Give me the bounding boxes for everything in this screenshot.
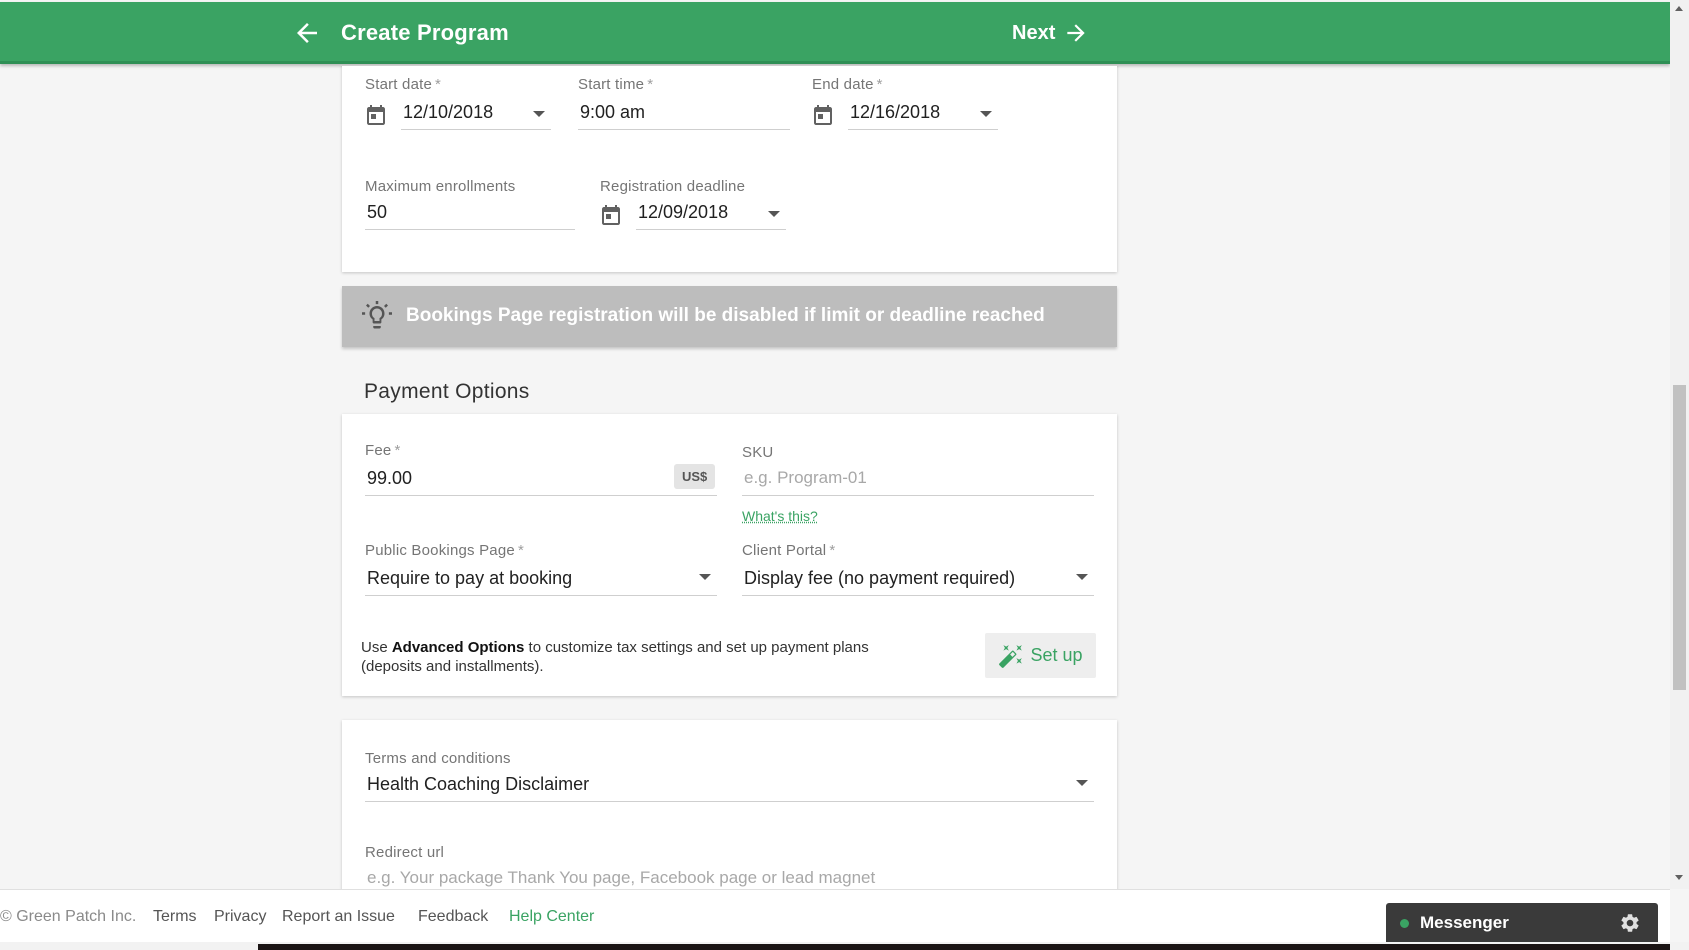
terms-label: Terms and conditions [365, 750, 511, 767]
setup-button[interactable]: Set up [985, 633, 1096, 678]
start-time-field[interactable]: 9:00 am [578, 96, 790, 130]
public-bookings-select[interactable]: Require to pay at booking [365, 562, 717, 596]
next-button[interactable]: Next [1012, 18, 1089, 48]
start-date-field[interactable]: 12/10/2018 [401, 96, 551, 130]
chevron-down-icon [980, 111, 992, 117]
page-scrollbar[interactable] [1670, 0, 1689, 889]
sku-input[interactable]: e.g. Program-01 [742, 462, 1094, 496]
start-date-label: Start date * [365, 76, 442, 93]
registration-deadline-field[interactable]: 12/09/2018 [636, 196, 786, 230]
client-portal-label: Client Portal * [742, 542, 836, 559]
redirect-url-label: Redirect url [365, 844, 445, 861]
calendar-icon[interactable] [364, 102, 388, 128]
schedule-card: Start date * 12/10/2018 Start time * 9:00 … [342, 66, 1117, 272]
messenger-label: Messenger [1420, 913, 1509, 932]
footer-link-privacy[interactable]: Privacy [214, 908, 266, 926]
registration-deadline-label: Registration deadline [600, 178, 746, 195]
lightbulb-icon [362, 301, 392, 329]
online-status-icon [1400, 919, 1409, 928]
info-banner: Bookings Page registration will be disab… [342, 286, 1117, 347]
page-title: Create Program [341, 20, 509, 45]
terms-card: Terms and conditions Health Coaching Dis… [342, 720, 1117, 889]
setup-label: Set up [1030, 645, 1083, 665]
fee-field[interactable]: 99.00 [365, 462, 717, 496]
taskbar-strip [0, 942, 1689, 950]
chevron-down-icon [699, 574, 711, 580]
sku-label: SKU [742, 444, 774, 461]
footer-link-terms[interactable]: Terms [153, 908, 197, 926]
start-time-label: Start time * [578, 76, 654, 93]
end-date-label: End date * [812, 76, 883, 93]
terms-select[interactable]: Health Coaching Disclaimer [365, 768, 1094, 802]
redirect-url-input[interactable]: e.g. Your package Thank You page, Facebo… [365, 862, 1094, 889]
taskbar-dark-band [258, 944, 1670, 950]
max-enrollments-label: Maximum enrollments [365, 178, 516, 195]
scroll-down-icon[interactable] [1675, 875, 1683, 880]
fee-label: Fee * [365, 442, 401, 459]
currency-badge: US$ [674, 464, 716, 489]
chevron-down-icon [1076, 574, 1088, 580]
max-enrollments-field[interactable]: 50 [365, 196, 575, 230]
next-label: Next [1012, 21, 1056, 44]
payment-card: Fee * 99.00 US$ SKU e.g. Program-01 What'… [342, 414, 1117, 696]
gear-icon[interactable] [1619, 912, 1641, 934]
banner-text: Bookings Page registration will be disab… [406, 305, 1045, 326]
end-date-field[interactable]: 12/16/2018 [848, 96, 998, 130]
advanced-options-text: Use Advanced Options to customize tax se… [361, 639, 869, 675]
form-scroll-area: Start date * 12/10/2018 Start time * 9:00 … [0, 66, 1670, 889]
client-portal-select[interactable]: Display fee (no payment required) [742, 562, 1094, 596]
calendar-icon[interactable] [599, 202, 623, 228]
magic-wand-icon [999, 644, 1023, 668]
whats-this-link[interactable]: What's this? [742, 508, 818, 524]
footer: © Green Patch Inc. Terms Privacy Report … [0, 889, 1670, 943]
payment-options-title: Payment Options [364, 380, 530, 403]
scroll-up-icon[interactable] [1675, 6, 1683, 11]
scrollbar-thumb[interactable] [1673, 385, 1686, 690]
app-bar: Create Program Next [0, 2, 1670, 64]
public-bookings-label: Public Bookings Page * [365, 542, 524, 559]
footer-link-help-center[interactable]: Help Center [509, 908, 594, 926]
back-arrow-icon[interactable] [292, 18, 322, 48]
calendar-icon[interactable] [811, 102, 835, 128]
chevron-down-icon [1076, 780, 1088, 786]
chevron-down-icon [533, 111, 545, 117]
arrow-right-icon [1067, 24, 1086, 42]
footer-link-feedback[interactable]: Feedback [418, 908, 488, 926]
chevron-down-icon [768, 211, 780, 217]
messenger-panel[interactable]: Messenger [1386, 903, 1658, 943]
copyright: © Green Patch Inc. [0, 908, 137, 925]
footer-link-report-issue[interactable]: Report an Issue [282, 908, 395, 926]
